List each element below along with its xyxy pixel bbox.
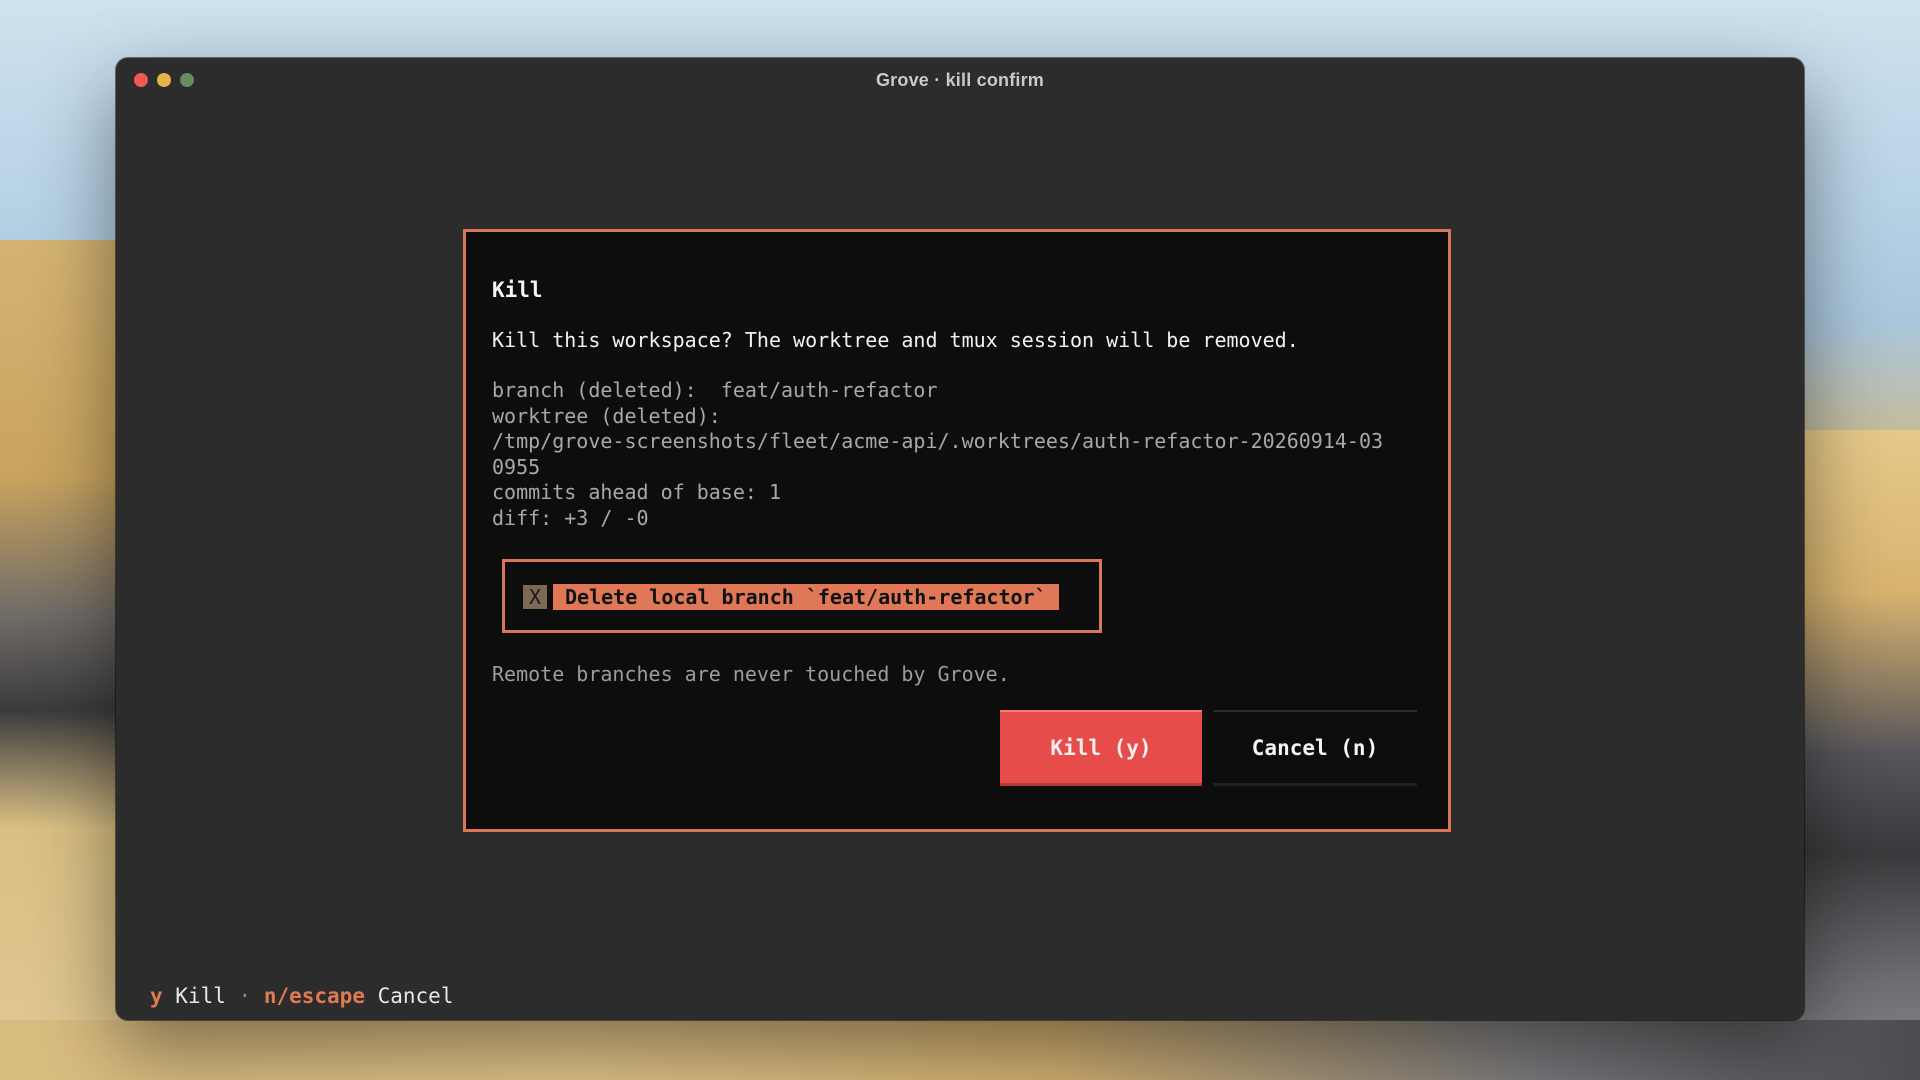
branch-detail: branch (deleted): feat/auth-refactor (492, 378, 938, 402)
worktree-label: worktree (deleted): (492, 403, 721, 428)
close-window-button[interactable] (134, 73, 148, 87)
traffic-lights (134, 73, 194, 87)
kill-confirm-dialog: Kill Kill this workspace? The worktree a… (463, 229, 1451, 832)
cancel-hint-label: Cancel (364, 984, 454, 1008)
worktree-path: /tmp/grove-screenshots/fleet/acme-api/.w… (492, 429, 1384, 453)
dialog-message: Kill this workspace? The worktree and tm… (492, 328, 1299, 352)
checkbox-checked-icon[interactable]: X (523, 585, 547, 609)
delete-branch-checkbox-focus-ring: X Delete local branch `feat/auth-refacto… (502, 559, 1102, 633)
wallpaper-dune-right (1790, 430, 1920, 1080)
kill-hint-label: Kill (162, 984, 239, 1008)
workspace-details: branch (deleted): feat/auth-refactor wor… (492, 378, 1383, 531)
kill-key-hint: y (150, 984, 163, 1008)
dialog-title: Kill (492, 278, 543, 302)
kill-button[interactable]: Kill (y) (1000, 710, 1202, 786)
keybinding-hints: y Kill · n/escape Cancel (150, 984, 453, 1008)
worktree-path-wrap: 0955 (492, 454, 541, 479)
minimize-window-button[interactable] (157, 73, 171, 87)
window-title: Grove · kill confirm (875, 69, 1045, 90)
delete-branch-label[interactable]: Delete local branch `feat/auth-refactor` (553, 584, 1059, 610)
hint-separator: · (238, 984, 252, 1008)
remote-branches-note: Remote branches are never touched by Gro… (492, 662, 1010, 686)
diff-stat: diff: +3 / -0 (492, 505, 649, 530)
wallpaper-dune-bottom (0, 1020, 1920, 1080)
cancel-button[interactable]: Cancel (n) (1213, 710, 1417, 786)
commits-ahead: commits ahead of base: 1 (492, 480, 781, 504)
delete-branch-checkbox[interactable]: X Delete local branch `feat/auth-refacto… (523, 584, 1059, 610)
maximize-window-button[interactable] (180, 73, 194, 87)
titlebar: Grove · kill confirm (116, 58, 1804, 102)
terminal-window: Grove · kill confirm Kill Kill this work… (116, 58, 1804, 1020)
cancel-key-hint: n/escape (251, 984, 365, 1008)
